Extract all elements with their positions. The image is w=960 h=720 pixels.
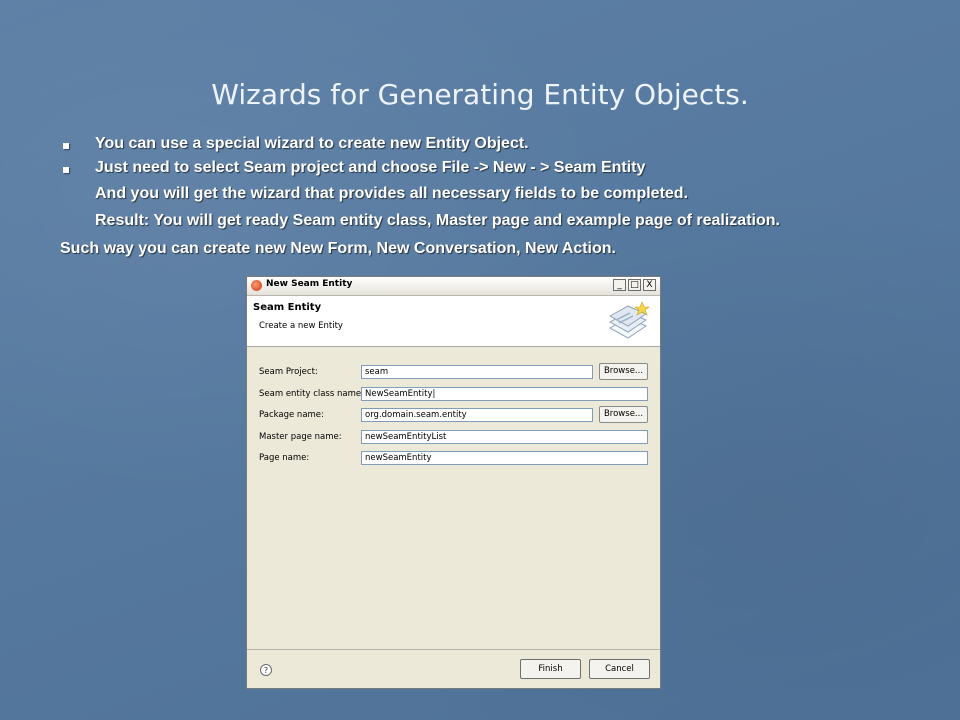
master-page-name-field[interactable]: newSeamEntityList xyxy=(361,430,648,444)
cancel-button[interactable]: Cancel xyxy=(589,659,650,679)
package-name-label: Package name: xyxy=(259,410,324,420)
close-button[interactable]: X xyxy=(643,279,656,291)
browse-project-button[interactable]: Browse... xyxy=(599,363,648,380)
page-name-field[interactable]: newSeamEntity xyxy=(361,451,648,465)
dialog-titlebar[interactable]: New Seam Entity _ □ X xyxy=(247,277,660,296)
app-icon xyxy=(251,280,262,291)
bullet-text-1: You can use a special wizard to create n… xyxy=(95,135,529,152)
text-line-3: And you will get the wizard that provide… xyxy=(95,185,689,202)
help-icon[interactable]: ? xyxy=(260,664,272,676)
new-seam-entity-dialog: New Seam Entity _ □ X Seam Entity Create… xyxy=(246,276,661,689)
bullet-marker xyxy=(63,167,69,173)
entity-class-name-field[interactable]: NewSeamEntity| xyxy=(361,387,648,401)
browse-package-button[interactable]: Browse... xyxy=(599,406,648,423)
entity-class-name-label: Seam entity class name: xyxy=(259,389,364,399)
package-name-field[interactable]: org.domain.seam.entity xyxy=(361,408,593,422)
wizard-banner: Seam Entity Create a new Entity xyxy=(247,296,660,347)
window-controls: _ □ X xyxy=(613,279,656,291)
minimize-button[interactable]: _ xyxy=(613,279,626,291)
maximize-button[interactable]: □ xyxy=(628,279,641,291)
text-line-5: Such way you can create new New Form, Ne… xyxy=(60,240,616,257)
slide-title: Wizards for Generating Entity Objects. xyxy=(211,78,749,111)
wizard-banner-icon xyxy=(608,301,650,339)
page-name-label: Page name: xyxy=(259,453,310,463)
bullet-marker xyxy=(63,143,69,149)
wizard-description: Create a new Entity xyxy=(259,321,343,331)
seam-project-label: Seam Project: xyxy=(259,367,318,377)
bullet-text-2: Just need to select Seam project and cho… xyxy=(95,159,646,176)
wizard-heading: Seam Entity xyxy=(253,302,322,313)
master-page-name-label: Master page name: xyxy=(259,432,342,442)
seam-project-field[interactable]: seam xyxy=(361,365,593,379)
dialog-title: New Seam Entity xyxy=(266,279,353,289)
footer-divider xyxy=(247,649,660,650)
text-line-4: Result: You will get ready Seam entity c… xyxy=(95,212,780,229)
finish-button[interactable]: Finish xyxy=(520,659,581,679)
